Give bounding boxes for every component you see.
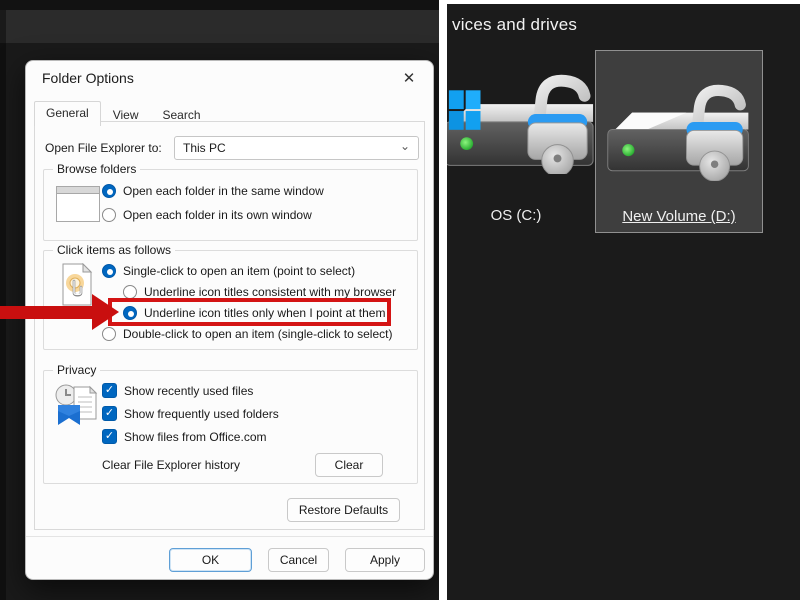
checkbox-checked-icon[interactable]: ✓ xyxy=(102,383,117,398)
drive-led-icon xyxy=(460,137,474,151)
close-icon[interactable]: ✕ xyxy=(398,67,420,89)
option-label: Underline icon titles consistent with my… xyxy=(144,284,397,299)
checkbox-label: Show files from Office.com xyxy=(124,429,267,444)
group-legend: Browse folders xyxy=(53,162,141,176)
group-legend: Privacy xyxy=(53,363,101,377)
option-label: Double-click to open an item (single-cli… xyxy=(123,326,393,341)
open-to-label: Open File Explorer to: xyxy=(45,141,162,155)
window-left-edge xyxy=(0,43,6,600)
tab-general[interactable]: General xyxy=(34,101,101,126)
group-legend: Click items as follows xyxy=(53,243,176,257)
radio-selected-icon[interactable] xyxy=(102,183,116,198)
clear-history-label: Clear File Explorer history xyxy=(102,458,241,472)
open-file-explorer-row: Open File Explorer to: This PC ⌄ xyxy=(45,136,419,160)
dialog-title: Folder Options xyxy=(42,70,134,86)
checkbox-office-files[interactable]: ✓ Show files from Office.com xyxy=(102,429,267,444)
option-same-window[interactable]: Open each folder in the same window xyxy=(102,183,324,198)
option-underline-consistent[interactable]: Underline icon titles consistent with my… xyxy=(123,284,396,299)
checkbox-frequent-folders[interactable]: ✓ Show frequently used folders xyxy=(102,406,279,421)
folder-options-dialog: Folder Options ✕ General View Search Ope… xyxy=(25,60,434,580)
drive-c-icon xyxy=(447,74,594,174)
drive-label[interactable]: OS (C:) xyxy=(447,207,591,224)
folder-window-icon xyxy=(56,186,100,222)
option-single-click[interactable]: Single-click to open an item (point to s… xyxy=(102,263,355,278)
radio-unselected-icon[interactable] xyxy=(123,284,137,299)
unlocked-padlock-icon xyxy=(527,74,591,174)
tab-search[interactable]: Search xyxy=(151,103,213,126)
checkbox-label: Show recently used files xyxy=(124,383,254,398)
option-label: Single-click to open an item (point to s… xyxy=(123,263,356,278)
drive-tile-new-volume-d[interactable]: New Volume (D:) xyxy=(595,50,763,233)
window-top-strip xyxy=(0,0,439,10)
radio-unselected-icon[interactable] xyxy=(102,207,116,222)
drive-led-icon xyxy=(622,144,635,157)
ok-button[interactable]: OK xyxy=(169,548,252,572)
privacy-group: Privacy ✓ Show recently used files ✓ Sho… xyxy=(43,363,418,484)
radio-selected-icon[interactable] xyxy=(102,263,116,278)
checkbox-checked-icon[interactable]: ✓ xyxy=(102,406,117,421)
open-to-dropdown[interactable]: This PC ⌄ xyxy=(174,136,419,160)
restore-defaults-button[interactable]: Restore Defaults xyxy=(287,498,400,522)
annotation-highlight-box xyxy=(108,298,391,326)
arrow-shaft xyxy=(0,306,92,319)
devices-and-drives-header: vices and drives xyxy=(452,15,578,34)
chevron-down-icon: ⌄ xyxy=(399,139,410,153)
tab-strip: General View Search xyxy=(34,101,213,126)
explorer-background: Folder Options ✕ General View Search Ope… xyxy=(0,0,439,600)
option-label: Open each folder in its own window xyxy=(123,207,312,222)
drives-panel: vices and drives OS (C:) New Volume (D:) xyxy=(447,0,800,600)
drive-tile-os-c[interactable]: OS (C:) xyxy=(447,50,594,233)
apply-button[interactable]: Apply xyxy=(345,548,425,572)
history-document-icon xyxy=(55,384,98,425)
panel-divider xyxy=(439,0,447,600)
panel-top-border xyxy=(447,0,800,4)
drive-label[interactable]: New Volume (D:) xyxy=(596,208,762,225)
checkbox-label: Show frequently used folders xyxy=(124,406,279,421)
cancel-button[interactable]: Cancel xyxy=(268,548,329,572)
footer-divider xyxy=(26,536,433,537)
window-titlebar xyxy=(6,10,439,43)
option-label: Open each folder in the same window xyxy=(123,183,324,198)
click-pointer-icon xyxy=(62,263,93,306)
arrow-head xyxy=(92,294,119,330)
clear-button[interactable]: Clear xyxy=(315,453,383,477)
dropdown-value: This PC xyxy=(183,141,226,155)
browse-folders-group: Browse folders Open each folder in the s… xyxy=(43,162,418,241)
drive-d-icon xyxy=(607,84,749,181)
checkbox-recent-files[interactable]: ✓ Show recently used files xyxy=(102,383,253,398)
option-double-click[interactable]: Double-click to open an item (single-cli… xyxy=(102,326,392,341)
checkbox-checked-icon[interactable]: ✓ xyxy=(102,429,117,444)
option-own-window[interactable]: Open each folder in its own window xyxy=(102,207,312,222)
tab-view[interactable]: View xyxy=(101,103,151,126)
